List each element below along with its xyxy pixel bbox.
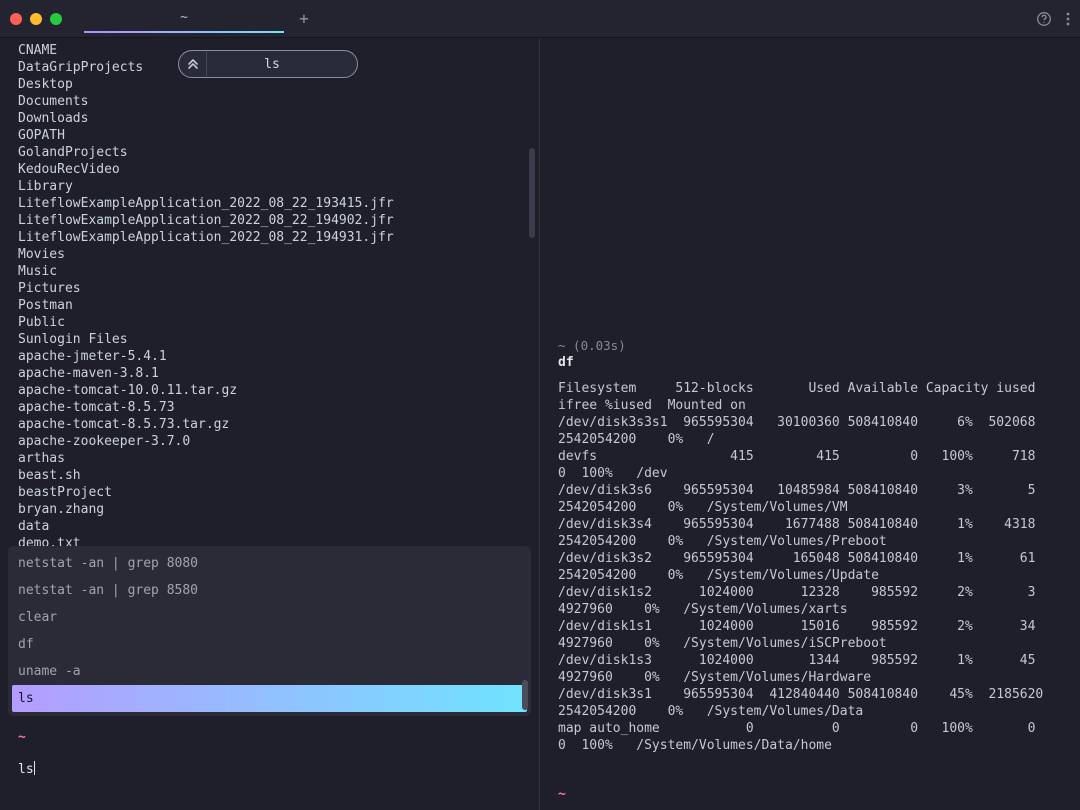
listing-line: GolandProjects: [18, 144, 539, 161]
plus-icon: +: [299, 9, 309, 28]
history-scrollbar[interactable]: [522, 680, 528, 710]
listing-line: apache-jmeter-5.4.1: [18, 348, 539, 365]
zoom-window-button[interactable]: [50, 13, 62, 25]
titlebar-right: [1036, 11, 1070, 27]
prompt-typed-text: ls: [18, 762, 34, 777]
listing-line: Pictures: [18, 280, 539, 297]
listing-line: Movies: [18, 246, 539, 263]
kebab-menu-icon[interactable]: [1066, 11, 1070, 27]
prompt-area: ~ ls: [0, 716, 539, 789]
listing-line: apache-zookeeper-3.7.0: [18, 433, 539, 450]
titlebar: ~ +: [0, 0, 1080, 38]
right-pane: ~ (0.03s) df Filesystem 512-blocks Used …: [540, 38, 1080, 810]
history-row[interactable]: netstat -an | grep 8080: [8, 550, 531, 577]
window-controls: [10, 13, 62, 25]
listing-line: Public: [18, 314, 539, 331]
listing-line: demo.txt: [18, 535, 539, 546]
help-icon[interactable]: [1036, 11, 1052, 27]
minimize-window-button[interactable]: [30, 13, 42, 25]
listing-line: GOPATH: [18, 127, 539, 144]
new-tab-button[interactable]: +: [292, 7, 316, 31]
workspace: CNAMEDataGripProjectsDesktopDocumentsDow…: [0, 38, 1080, 810]
listing-line: beast.sh: [18, 467, 539, 484]
file-listing: CNAMEDataGripProjectsDesktopDocumentsDow…: [0, 38, 539, 546]
listing-line: LiteflowExampleApplication_2022_08_22_19…: [18, 195, 539, 212]
listing-line: Library: [18, 178, 539, 195]
history-row[interactable]: netstat -an | grep 8580: [8, 577, 531, 604]
prompt-input[interactable]: ls: [18, 761, 35, 777]
listing-line: Sunlogin Files: [18, 331, 539, 348]
listing-line: data: [18, 518, 539, 535]
tab-label: ~: [180, 10, 188, 25]
close-window-button[interactable]: [10, 13, 22, 25]
listing-line: apache-maven-3.8.1: [18, 365, 539, 382]
tab-home[interactable]: ~: [84, 5, 284, 33]
listing-line: Postman: [18, 297, 539, 314]
command-history-panel: netstat -an | grep 8080netstat -an | gre…: [8, 546, 531, 716]
text-caret: [34, 761, 35, 775]
left-pane: CNAMEDataGripProjectsDesktopDocumentsDow…: [0, 38, 540, 810]
listing-line: Desktop: [18, 76, 539, 93]
listing-line: apache-tomcat-10.0.11.tar.gz: [18, 382, 539, 399]
listing-line: arthas: [18, 450, 539, 467]
history-row[interactable]: df: [8, 631, 531, 658]
listing-line: apache-tomcat-8.5.73.tar.gz: [18, 416, 539, 433]
listing-line: bryan.zhang: [18, 501, 539, 518]
listing-line: beastProject: [18, 484, 539, 501]
listing-line: apache-tomcat-8.5.73: [18, 399, 539, 416]
right-blank: [540, 38, 1080, 338]
right-prompt-cwd: ~: [558, 787, 566, 802]
prompt-cwd: ~: [18, 730, 521, 745]
right-timing: ~ (0.03s): [540, 338, 1080, 355]
listing-line: LiteflowExampleApplication_2022_08_22_19…: [18, 212, 539, 229]
listing-line: Music: [18, 263, 539, 280]
right-prompt[interactable]: ~: [540, 779, 1080, 810]
listing-line: Documents: [18, 93, 539, 110]
right-command: df: [540, 355, 1080, 370]
listing-line: Downloads: [18, 110, 539, 127]
listing-line: KedouRecVideo: [18, 161, 539, 178]
history-row[interactable]: uname -a: [8, 658, 531, 685]
history-row[interactable]: ls: [12, 685, 527, 712]
history-row[interactable]: clear: [8, 604, 531, 631]
listing-line: LiteflowExampleApplication_2022_08_22_19…: [18, 229, 539, 246]
listing-scrollbar[interactable]: [529, 148, 535, 238]
listing-line: DataGripProjects: [18, 59, 539, 76]
listing-line: CNAME: [18, 42, 539, 59]
right-output: Filesystem 512-blocks Used Available Cap…: [540, 370, 1080, 754]
